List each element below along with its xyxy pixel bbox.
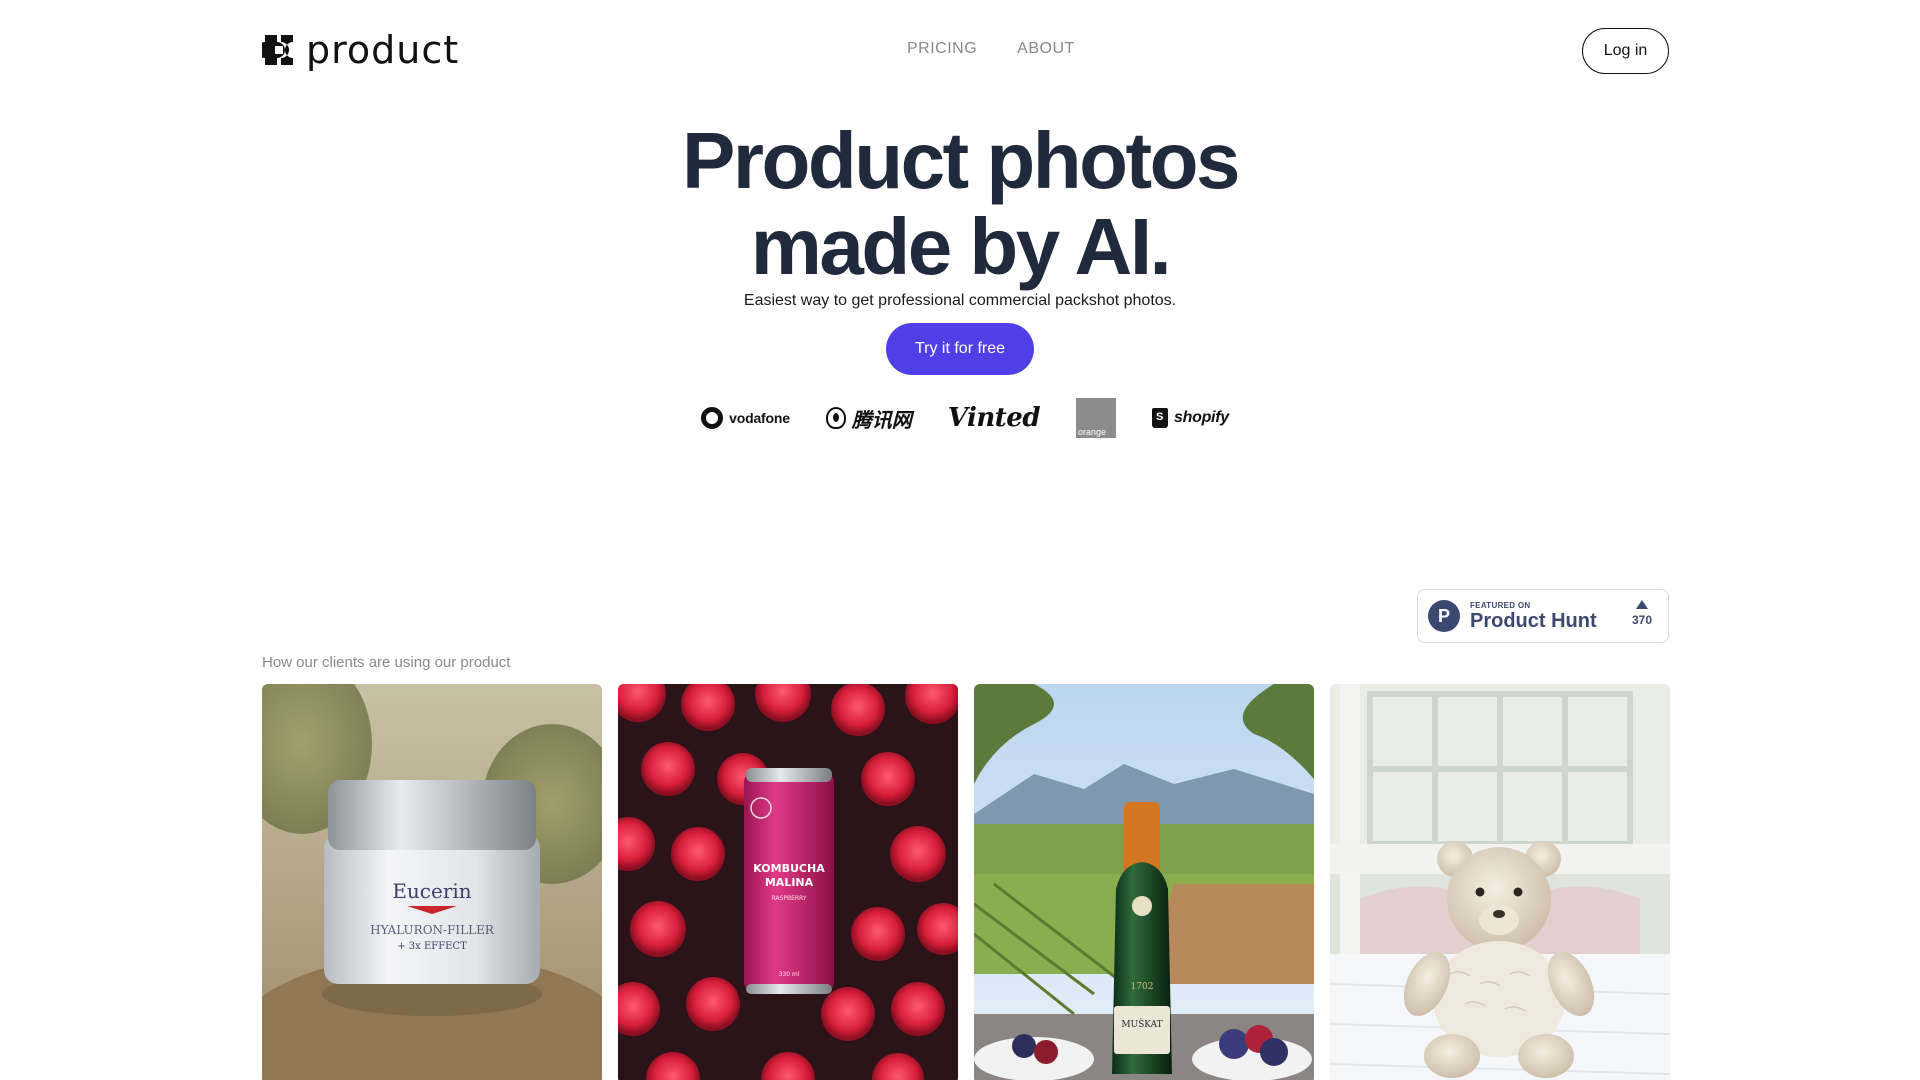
- four-petal-logo-icon: [262, 35, 293, 65]
- muskat-year-text: 1702: [1131, 982, 1154, 992]
- orange-text: orange: [1078, 427, 1107, 437]
- eucerin-brand-text: Eucerin: [392, 879, 471, 903]
- shopify-bag-icon: [1152, 408, 1169, 428]
- upvote-count: 370: [1631, 613, 1652, 627]
- gallery-card-kombucha[interactable]: KOMBUCHA MALINA RASPBERRY 330 ml: [618, 684, 958, 1080]
- muskat-brand-text: MUŠKAT: [1121, 1018, 1162, 1030]
- muskat-photo: 1702 MUŠKAT: [974, 684, 1314, 1080]
- kombucha-photo: KOMBUCHA MALINA RASPBERRY 330 ml: [618, 684, 958, 1080]
- product-hunt-name: Product Hunt: [1470, 609, 1597, 632]
- logo-text: product: [306, 28, 460, 72]
- nav-pricing-link[interactable]: PRICING: [907, 40, 977, 58]
- shopify-logo: shopify: [1152, 408, 1229, 428]
- gallery-card-muskat[interactable]: 1702 MUŠKAT: [974, 684, 1314, 1080]
- product-hunt-text: FEATURED ON Product Hunt: [1470, 601, 1597, 632]
- vinted-text: Vinted: [947, 403, 1041, 433]
- login-button[interactable]: Log in: [1582, 28, 1669, 74]
- teddy-bear-photo: [1330, 684, 1670, 1080]
- orange-logo: orange: [1076, 398, 1117, 438]
- upvote-arrow-icon: [1635, 600, 1648, 609]
- vinted-logo: Vinted: [947, 403, 1041, 433]
- vodafone-icon: [701, 407, 724, 429]
- kombucha-line1-text: MALINA: [765, 876, 814, 889]
- hero-title-line2: made by AI.: [750, 202, 1172, 291]
- kombucha-volume-text: 330 ml: [779, 971, 800, 978]
- vodafone-text: vodafone: [729, 410, 790, 426]
- upvote-counter: 370: [1632, 600, 1652, 627]
- eucerin-line2-text: + 3x EFFECT: [397, 941, 467, 952]
- gallery-label: How our clients are using our product: [262, 654, 511, 671]
- product-hunt-icon: P: [1428, 600, 1460, 632]
- orange-square-icon: orange: [1076, 398, 1117, 438]
- eucerin-photo: Eucerin HYALURON-FILLER + 3x EFFECT: [262, 684, 602, 1080]
- main-nav: PRICING ABOUT: [907, 40, 1075, 58]
- eucerin-line1-text: HYALURON-FILLER: [370, 923, 495, 937]
- hero-title: Product photos made by AI.: [0, 118, 1920, 290]
- vodafone-logo: vodafone: [701, 407, 790, 429]
- hero-subtitle: Easiest way to get professional commerci…: [743, 292, 1177, 309]
- gallery-card-teddy[interactable]: [1330, 684, 1670, 1080]
- hero-title-line1: Product photos: [681, 116, 1241, 205]
- shopify-text: shopify: [1174, 409, 1229, 426]
- penguin-icon: [825, 407, 846, 429]
- try-free-button[interactable]: Try it for free: [886, 323, 1034, 375]
- kombucha-line2-text: RASPBERRY: [772, 895, 807, 902]
- site-header: product PRICING ABOUT Log in: [0, 0, 1920, 100]
- kombucha-brand-text: KOMBUCHA: [753, 862, 825, 875]
- product-hunt-badge[interactable]: P FEATURED ON Product Hunt 370: [1417, 589, 1669, 643]
- logo[interactable]: product: [262, 30, 459, 70]
- nav-about-link[interactable]: ABOUT: [1017, 40, 1075, 58]
- featured-on-label: FEATURED ON: [1470, 600, 1531, 610]
- tencent-text: 腾讯网: [851, 409, 912, 432]
- client-logos: vodafone 腾讯网 Vinted orange shopify: [0, 398, 1920, 438]
- gallery-card-eucerin[interactable]: Eucerin HYALURON-FILLER + 3x EFFECT: [262, 684, 602, 1080]
- tencent-logo: 腾讯网: [825, 404, 912, 433]
- client-gallery: Eucerin HYALURON-FILLER + 3x EFFECT KOMB…: [262, 684, 1670, 1080]
